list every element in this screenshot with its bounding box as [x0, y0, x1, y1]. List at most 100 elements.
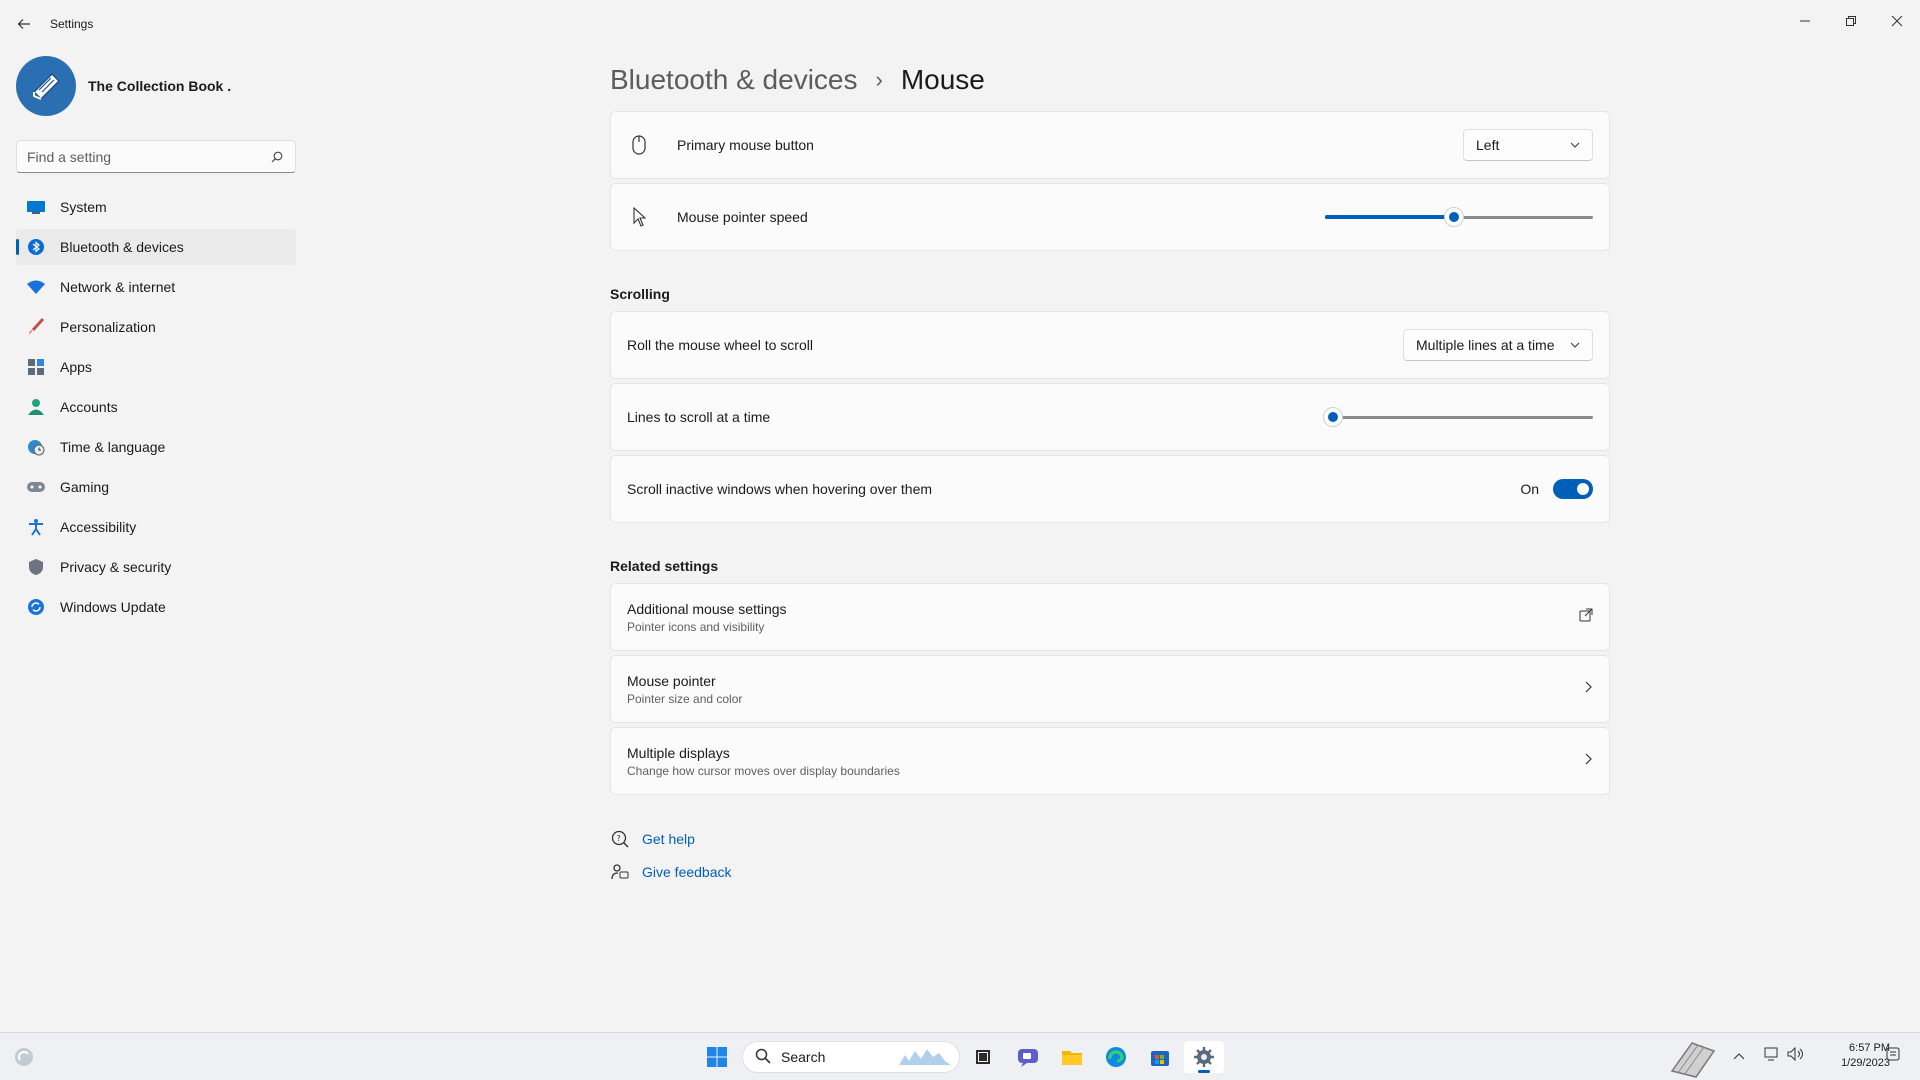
pointer-speed-slider[interactable]	[1325, 207, 1593, 227]
close-icon[interactable]	[1874, 6, 1920, 36]
mouse-pointer-speed-card: Mouse pointer speed	[610, 183, 1610, 251]
sidebar-item-label: Accounts	[60, 399, 118, 415]
start-icon[interactable]	[697, 1041, 737, 1073]
scrolling-section-title: Scrolling	[610, 286, 670, 302]
profile-name: The Collection Book .	[88, 78, 232, 94]
sidebar-item-label: System	[60, 199, 107, 215]
sidebar-item-label: Privacy & security	[60, 559, 172, 575]
widgets-icon[interactable]	[4, 1041, 44, 1073]
slider-fill	[1325, 215, 1454, 219]
mouse-icon	[627, 133, 651, 157]
related-item-title: Additional mouse settings	[627, 600, 787, 617]
search-box[interactable]	[16, 140, 296, 173]
accessibility-icon	[26, 517, 46, 537]
external-link-icon	[1579, 608, 1593, 627]
minimize-icon[interactable]	[1782, 6, 1828, 36]
mouse-pointer-card[interactable]: Mouse pointer Pointer size and color	[610, 655, 1610, 723]
sidebar: The Collection Book . System Bluetooth &…	[0, 48, 310, 1028]
chevron-right-icon	[1585, 680, 1593, 698]
breadcrumb: Bluetooth & devices › Mouse	[610, 52, 1610, 108]
related-settings-title: Related settings	[610, 558, 719, 574]
gamepad-icon	[26, 477, 46, 497]
roll-wheel-label: Roll the mouse wheel to scroll	[627, 337, 813, 353]
scroll-inactive-toggle[interactable]	[1553, 479, 1593, 499]
nav-list: System Bluetooth & devices Network & int…	[16, 189, 296, 629]
volume-icon[interactable]	[1787, 1046, 1805, 1064]
slider-thumb[interactable]	[1323, 407, 1344, 427]
sidebar-item-bluetooth-devices[interactable]: Bluetooth & devices	[16, 229, 296, 265]
toggle-state-label: On	[1520, 481, 1539, 497]
svg-text:?: ?	[617, 834, 621, 843]
chevron-up-icon[interactable]	[1733, 1051, 1745, 1063]
sidebar-item-label: Bluetooth & devices	[60, 239, 184, 255]
cursor-icon	[627, 205, 651, 229]
sidebar-item-windows-update[interactable]: Windows Update	[16, 589, 296, 625]
file-explorer-icon[interactable]	[1052, 1041, 1092, 1073]
primary-mouse-button-label: Primary mouse button	[677, 137, 814, 153]
get-help-text[interactable]: Get help	[642, 831, 695, 847]
scroll-inactive-label: Scroll inactive windows when hovering ov…	[627, 481, 933, 497]
scroll-inactive-card: Scroll inactive windows when hovering ov…	[610, 455, 1610, 523]
related-item-subtitle: Change how cursor moves over display bou…	[627, 763, 900, 778]
give-feedback-link[interactable]: Give feedback	[610, 862, 732, 882]
multiple-displays-card[interactable]: Multiple displays Change how cursor move…	[610, 727, 1610, 795]
related-item-subtitle: Pointer size and color	[627, 691, 743, 706]
main-content: Bluetooth & devices › Mouse Primary mous…	[610, 48, 1610, 880]
task-view-icon[interactable]	[963, 1041, 1003, 1073]
chat-icon[interactable]	[1008, 1041, 1048, 1073]
update-icon	[26, 597, 46, 617]
breadcrumb-parent[interactable]: Bluetooth & devices	[610, 64, 858, 96]
primary-mouse-button-dropdown[interactable]: Left	[1463, 129, 1593, 161]
sidebar-item-network[interactable]: Network & internet	[16, 269, 296, 305]
mouse-pointer-speed-label: Mouse pointer speed	[677, 209, 808, 225]
chevron-down-icon	[1556, 140, 1580, 151]
sidebar-item-apps[interactable]: Apps	[16, 349, 296, 385]
sidebar-item-label: Windows Update	[60, 599, 166, 615]
system-clock[interactable]: 6:57 PM 1/29/2023	[1841, 1041, 1890, 1071]
edge-icon[interactable]	[1096, 1041, 1136, 1073]
sidebar-item-label: Accessibility	[60, 519, 137, 535]
search-icon[interactable]	[269, 149, 285, 165]
sidebar-item-label: Time & language	[60, 439, 166, 455]
bluetooth-icon	[26, 237, 46, 257]
restore-icon[interactable]	[1828, 6, 1874, 36]
store-icon[interactable]	[1140, 1041, 1180, 1073]
lines-to-scroll-slider[interactable]	[1323, 407, 1593, 427]
settings-gear-icon[interactable]	[1184, 1041, 1224, 1073]
person-icon	[26, 397, 46, 417]
wifi-icon	[26, 277, 46, 297]
sidebar-item-personalization[interactable]: Personalization	[16, 309, 296, 345]
related-item-title: Multiple displays	[627, 744, 730, 761]
get-help-link[interactable]: ? Get help	[610, 829, 695, 849]
shield-icon	[26, 557, 46, 577]
lines-to-scroll-label: Lines to scroll at a time	[627, 409, 771, 425]
notification-icon[interactable]	[1886, 1047, 1900, 1066]
search-input[interactable]	[27, 148, 269, 165]
related-item-title: Mouse pointer	[627, 672, 716, 689]
additional-mouse-settings-card[interactable]: Additional mouse settings Pointer icons …	[610, 583, 1610, 651]
profile[interactable]: The Collection Book .	[16, 56, 231, 116]
sidebar-item-system[interactable]: System	[16, 189, 296, 225]
page-title: Mouse	[900, 64, 985, 95]
sidebar-item-label: Apps	[60, 359, 92, 375]
taskbar-search-label: Search	[781, 1049, 826, 1065]
taskbar-search[interactable]: Search	[742, 1041, 960, 1073]
sidebar-item-label: Network & internet	[60, 279, 176, 295]
title-bar: Settings	[0, 0, 1920, 48]
give-feedback-text[interactable]: Give feedback	[642, 864, 732, 880]
apps-icon	[26, 357, 46, 377]
chevron-down-icon	[1556, 340, 1580, 351]
globe-clock-icon	[26, 437, 46, 457]
roll-wheel-dropdown[interactable]: Multiple lines at a time	[1403, 329, 1593, 361]
clock-time: 6:57 PM	[1849, 1042, 1890, 1054]
slider-thumb[interactable]	[1443, 207, 1464, 227]
sidebar-item-time-language[interactable]: Time & language	[16, 429, 296, 465]
sidebar-item-accounts[interactable]: Accounts	[16, 389, 296, 425]
sidebar-item-gaming[interactable]: Gaming	[16, 469, 296, 505]
back-arrow-icon[interactable]	[12, 12, 36, 36]
clock-date: 1/29/2023	[1841, 1057, 1890, 1069]
network-icon[interactable]	[1763, 1047, 1779, 1064]
sidebar-item-privacy-security[interactable]: Privacy & security	[16, 549, 296, 585]
sidebar-item-accessibility[interactable]: Accessibility	[16, 509, 296, 545]
roll-wheel-card: Roll the mouse wheel to scroll Multiple …	[610, 311, 1610, 379]
